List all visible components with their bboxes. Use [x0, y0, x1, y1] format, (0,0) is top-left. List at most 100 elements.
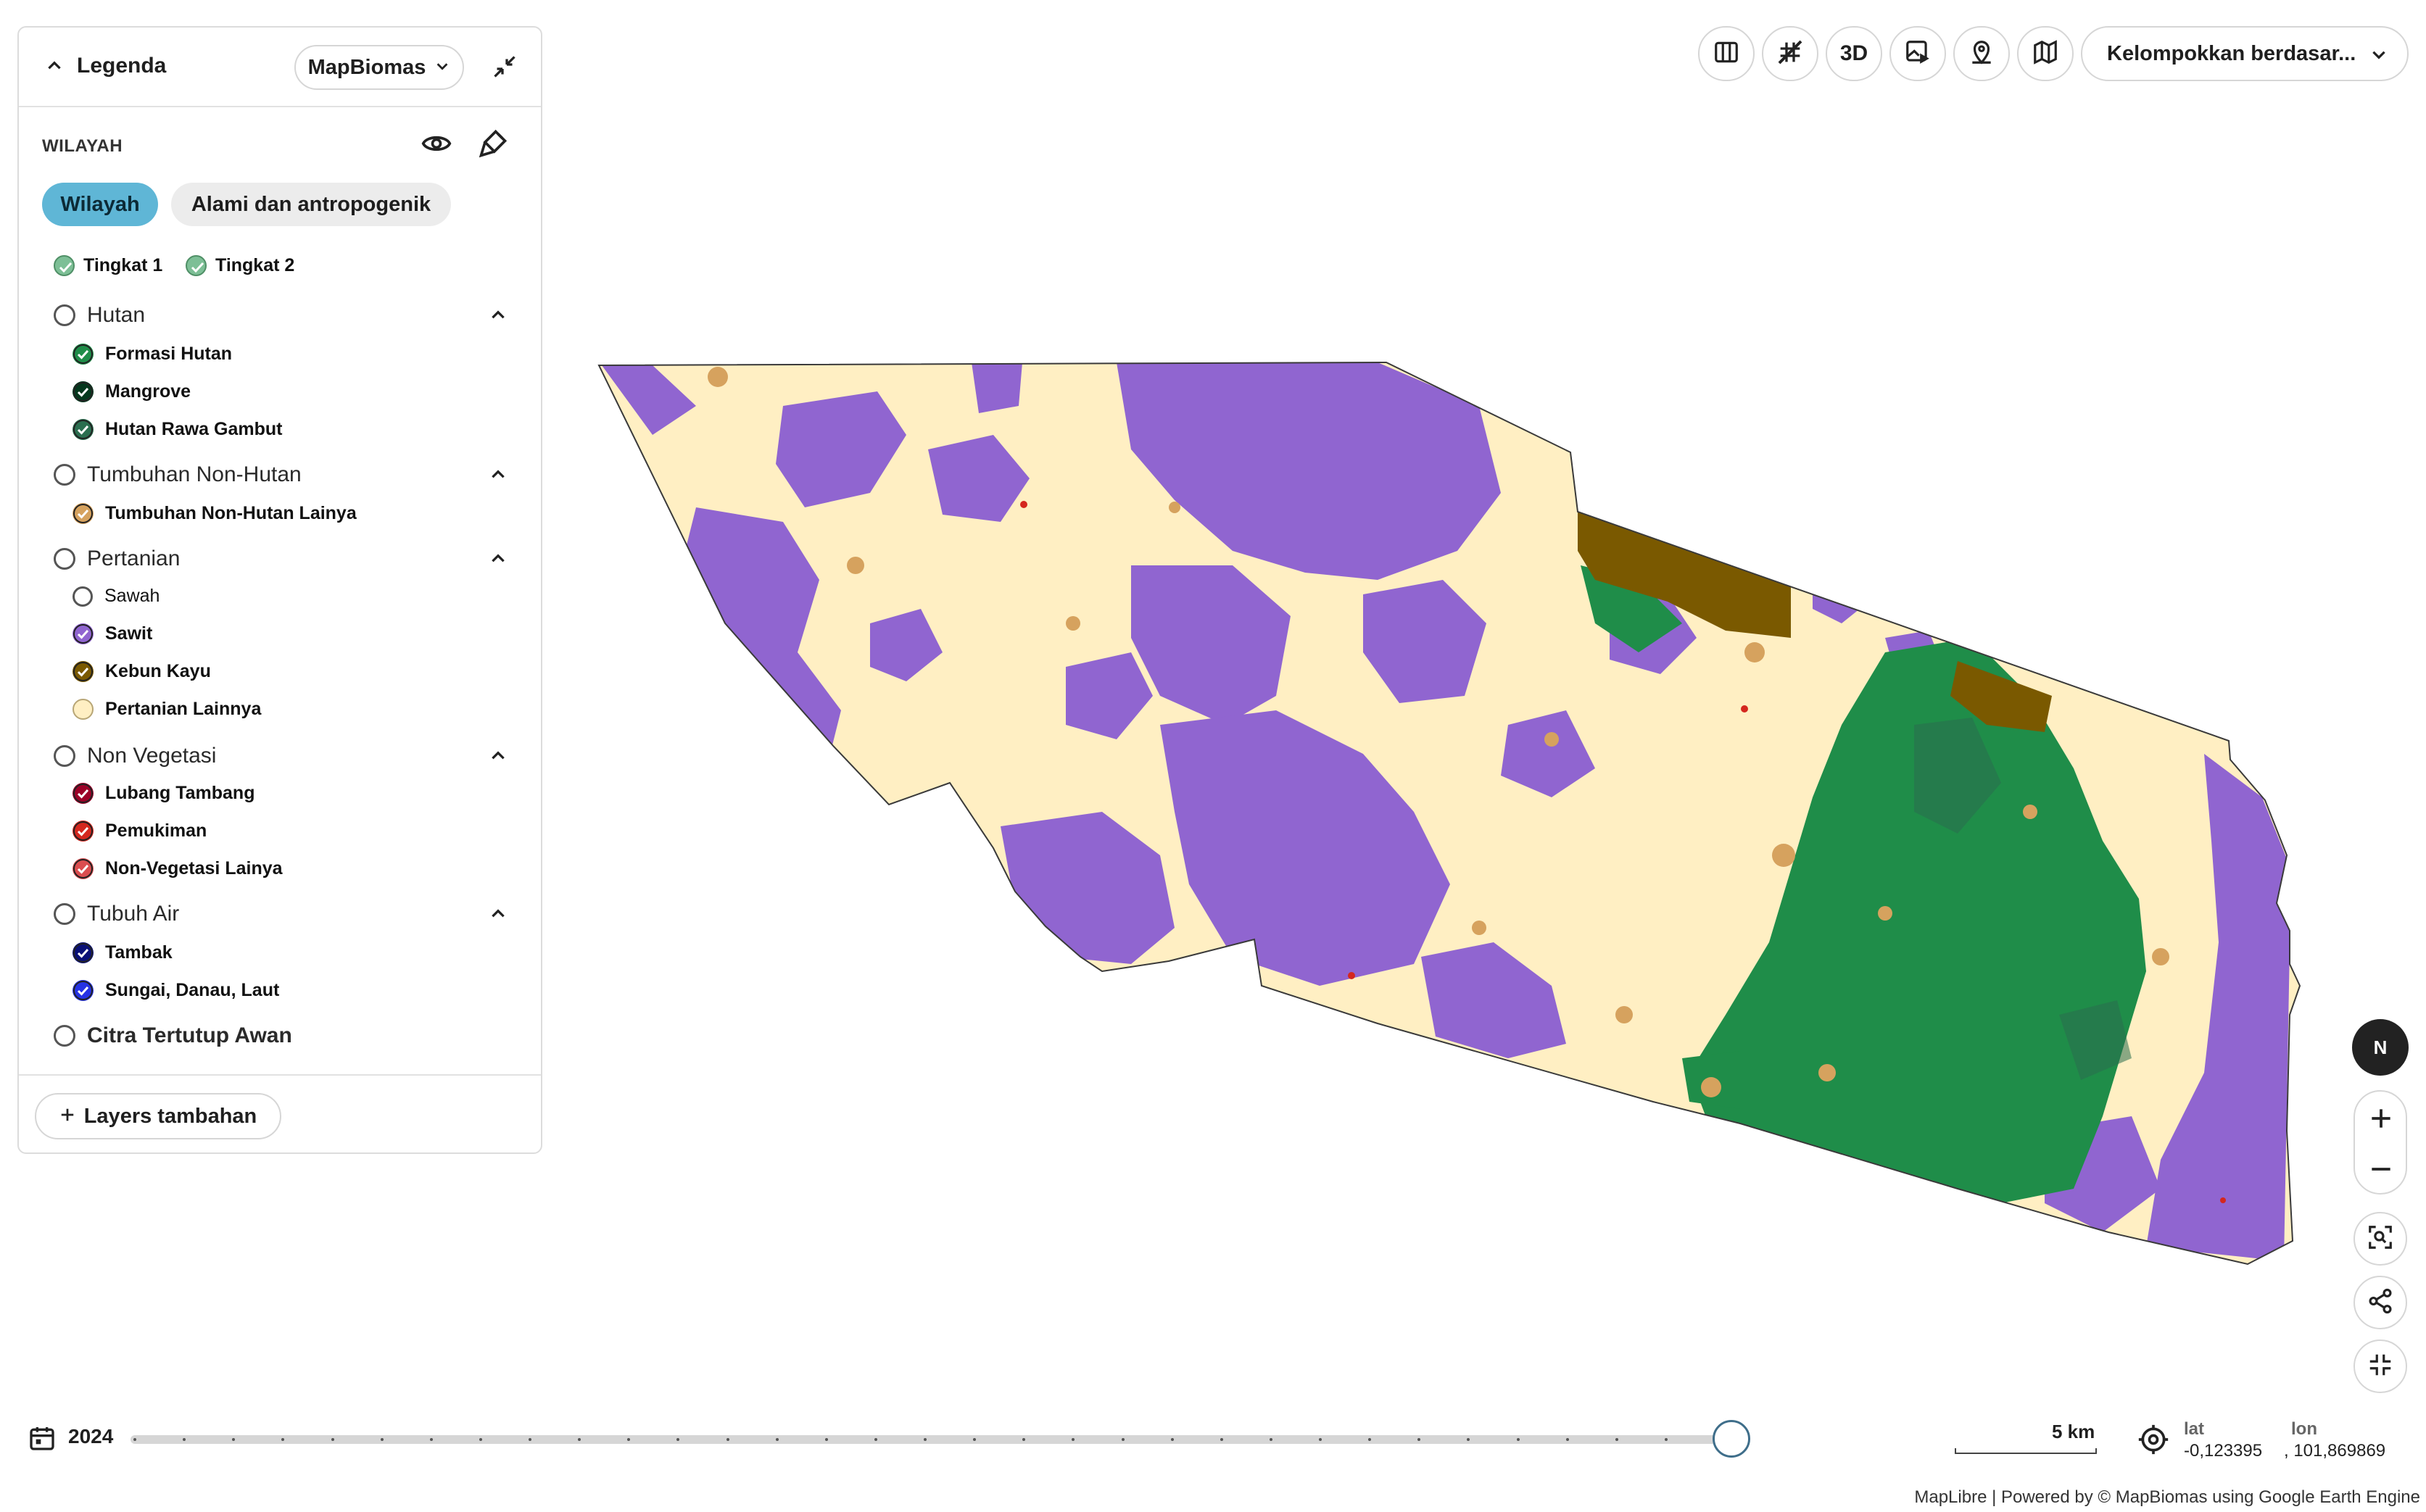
legend-item[interactable]: Tumbuhan Non-Hutan Lainya	[73, 503, 357, 524]
lon-value: , 101,869869	[2284, 1441, 2386, 1461]
chevron-up-icon[interactable]	[489, 465, 508, 488]
legend-item[interactable]: Sawit	[73, 623, 152, 644]
slider-tick	[479, 1438, 482, 1441]
slider-tick	[973, 1438, 977, 1441]
checkbox-icon	[73, 381, 94, 402]
item-label: Kebun Kayu	[105, 661, 211, 681]
year-slider-thumb[interactable]	[1713, 1420, 1750, 1458]
legend-item[interactable]: Non-Vegetasi Lainya	[73, 858, 283, 879]
category-pertanian[interactable]: Pertanian	[54, 547, 180, 571]
slider-tick	[824, 1438, 828, 1441]
collapse-legend-icon[interactable]	[45, 57, 64, 79]
calendar-icon	[28, 1424, 57, 1456]
share-button[interactable]	[2353, 1276, 2407, 1329]
chevron-up-icon[interactable]	[489, 905, 508, 927]
scale-bar	[1955, 1448, 2097, 1454]
group-by-select[interactable]: Kelompokkan berdasar...	[2081, 26, 2409, 81]
year-slider-track[interactable]	[131, 1435, 1731, 1444]
legend-item[interactable]: Tambak	[73, 942, 173, 963]
level-label: Tingkat 1	[83, 255, 163, 275]
hide-labels-button[interactable]	[1762, 26, 1818, 81]
slider-tick	[1615, 1438, 1618, 1441]
source-select[interactable]: MapBiomas	[294, 45, 464, 90]
tab-alami-antropogenik[interactable]: Alami dan antropogenik	[171, 183, 451, 226]
legend-header: Legenda MapBiomas	[19, 28, 541, 107]
zoom-in-icon[interactable]	[2367, 1105, 2395, 1136]
chevron-up-icon[interactable]	[489, 549, 508, 572]
map-attribution[interactable]: MapLibre | Powered by © MapBiomas using …	[1914, 1487, 2420, 1508]
slider-tick	[874, 1438, 877, 1441]
chevron-down-icon	[2369, 45, 2388, 70]
slider-tick	[1022, 1438, 1026, 1441]
slider-tick	[1368, 1438, 1372, 1441]
crosshair-icon[interactable]	[2137, 1424, 2169, 1459]
slider-tick	[726, 1438, 729, 1441]
zoom-to-area-button[interactable]	[2353, 1212, 2407, 1266]
radio-icon	[73, 586, 93, 607]
legend-item[interactable]: Mangrove	[73, 381, 191, 402]
plus-icon	[59, 1105, 75, 1129]
legend-item[interactable]: Pertanian Lainnya	[73, 699, 261, 720]
columns-button[interactable]	[1698, 26, 1755, 81]
chevron-up-icon[interactable]	[489, 306, 508, 328]
focus-search-icon	[2367, 1224, 2394, 1255]
add-layers-button[interactable]: Layers tambahan	[35, 1093, 281, 1139]
level-1-toggle[interactable]: Tingkat 1	[54, 255, 162, 276]
location-button[interactable]	[1953, 26, 2010, 81]
slider-tick	[578, 1438, 581, 1441]
chevron-down-icon	[434, 56, 450, 80]
legend-item[interactable]: Sungai, Danau, Laut	[73, 980, 279, 1001]
image-play-button[interactable]	[1889, 26, 1946, 81]
level-2-toggle[interactable]: Tingkat 2	[186, 255, 294, 276]
category-label: Citra Tertutup Awan	[87, 1023, 292, 1047]
legend-item[interactable]: Sawah	[73, 586, 160, 607]
minimize-icon[interactable]	[492, 54, 518, 83]
3d-button[interactable]: 3D	[1826, 26, 1882, 81]
slider-tick	[429, 1438, 433, 1441]
chevron-up-icon[interactable]	[489, 747, 508, 769]
item-label: Sungai, Danau, Laut	[105, 980, 280, 1000]
slider-tick	[1072, 1438, 1075, 1441]
checkbox-icon	[73, 980, 94, 1001]
slider-tick	[1170, 1438, 1174, 1441]
checkbox-icon	[73, 783, 94, 804]
checkbox-icon	[73, 623, 94, 644]
map-icon	[2032, 38, 2059, 70]
share-icon	[2367, 1287, 2394, 1318]
slider-tick	[281, 1438, 285, 1441]
exit-fullscreen-icon	[2367, 1351, 2394, 1382]
legend-item[interactable]: Hutan Rawa Gambut	[73, 419, 282, 440]
legend-item[interactable]: Lubang Tambang	[73, 783, 254, 804]
item-label: Sawit	[105, 623, 153, 644]
exit-fullscreen-button[interactable]	[2353, 1339, 2407, 1393]
checkbox-icon	[73, 858, 94, 879]
source-select-value: MapBiomas	[307, 55, 426, 79]
slider-tick	[183, 1438, 186, 1441]
lat-label: lat	[2184, 1419, 2205, 1439]
category-cloud[interactable]: Citra Tertutup Awan	[54, 1023, 292, 1048]
tab-wilayah[interactable]: Wilayah	[42, 183, 158, 226]
slider-tick	[1565, 1438, 1569, 1441]
item-label: Pemukiman	[105, 821, 207, 841]
category-tumbuhan-non-hutan[interactable]: Tumbuhan Non-Hutan	[54, 462, 302, 487]
map-pin-icon	[1968, 38, 1995, 70]
eye-icon[interactable]	[421, 128, 452, 163]
item-label: Hutan Rawa Gambut	[105, 419, 283, 439]
category-hutan[interactable]: Hutan	[54, 303, 145, 328]
checkbox-icon	[73, 661, 94, 682]
zoom-out-icon[interactable]	[2367, 1155, 2395, 1187]
category-non-vegetasi[interactable]: Non Vegetasi	[54, 744, 216, 768]
legend-item[interactable]: Kebun Kayu	[73, 661, 211, 682]
legend-item[interactable]: Formasi Hutan	[73, 344, 232, 365]
legend-item[interactable]: Pemukiman	[73, 821, 207, 842]
section-title: WILAYAH	[42, 136, 123, 156]
zoom-controls	[2353, 1090, 2407, 1195]
lon-label: lon	[2291, 1419, 2317, 1439]
item-label: Sawah	[104, 586, 160, 606]
category-label: Tumbuhan Non-Hutan	[87, 462, 302, 486]
compass-button[interactable]: N	[2352, 1019, 2409, 1076]
legend-title: Legenda	[77, 54, 167, 78]
paint-brush-icon[interactable]	[477, 128, 509, 163]
basemap-button[interactable]	[2017, 26, 2074, 81]
category-tubuh-air[interactable]: Tubuh Air	[54, 902, 179, 926]
